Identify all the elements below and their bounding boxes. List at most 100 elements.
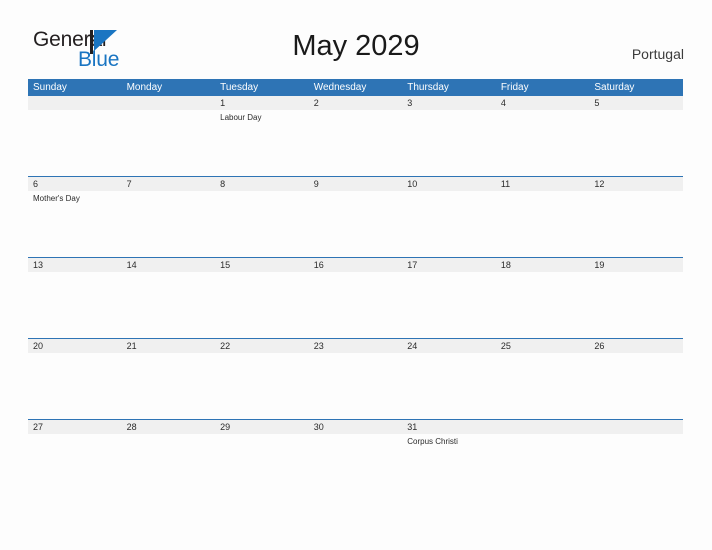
day-cell[interactable] [122, 191, 216, 257]
weekday-header-friday: Friday [500, 82, 529, 93]
week-date-band: 1 2 3 4 5 [28, 96, 683, 110]
week-row: 27 28 29 30 31 Corpus Christi [28, 419, 683, 500]
day-cell[interactable] [28, 110, 122, 176]
day-cell[interactable] [309, 191, 403, 257]
day-number[interactable]: 3 [402, 96, 496, 110]
day-cell[interactable] [309, 353, 403, 419]
day-cell[interactable] [309, 272, 403, 338]
day-number[interactable]: 4 [496, 96, 590, 110]
day-number[interactable]: 15 [215, 258, 309, 272]
week-date-band: 13 14 15 16 17 18 19 [28, 258, 683, 272]
day-cell[interactable] [122, 272, 216, 338]
page-title: May 2029 [292, 30, 420, 62]
week-event-band: Mother's Day [28, 191, 683, 257]
day-number[interactable]: 23 [309, 339, 403, 353]
day-cell[interactable]: Corpus Christi [402, 434, 496, 500]
day-cell[interactable] [589, 272, 683, 338]
day-cell[interactable] [28, 434, 122, 500]
day-number[interactable]: 26 [589, 339, 683, 353]
day-cell[interactable] [309, 110, 403, 176]
week-row: 13 14 15 16 17 18 19 [28, 257, 683, 338]
day-cell[interactable] [496, 434, 590, 500]
day-cell[interactable]: Mother's Day [28, 191, 122, 257]
day-number[interactable]: 18 [496, 258, 590, 272]
event-label: Labour Day [220, 113, 262, 122]
day-number[interactable] [28, 96, 122, 110]
day-number[interactable] [496, 420, 590, 434]
week-event-band [28, 353, 683, 419]
day-cell[interactable] [402, 191, 496, 257]
day-cell[interactable] [402, 353, 496, 419]
day-cell[interactable] [589, 110, 683, 176]
day-cell[interactable] [496, 110, 590, 176]
day-number[interactable]: 19 [589, 258, 683, 272]
day-number[interactable]: 20 [28, 339, 122, 353]
day-number[interactable]: 8 [215, 177, 309, 191]
day-number[interactable]: 16 [309, 258, 403, 272]
week-row: 1 2 3 4 5 Labour Day [28, 96, 683, 176]
day-cell[interactable] [496, 272, 590, 338]
region-label: Portugal [631, 46, 684, 62]
week-event-band: Corpus Christi [28, 434, 683, 500]
day-cell[interactable] [589, 191, 683, 257]
day-number[interactable]: 17 [402, 258, 496, 272]
event-label: Mother's Day [33, 194, 80, 203]
day-number[interactable] [122, 96, 216, 110]
day-number[interactable]: 2 [309, 96, 403, 110]
day-number[interactable]: 1 [215, 96, 309, 110]
day-cell[interactable]: Labour Day [215, 110, 309, 176]
day-number[interactable]: 11 [496, 177, 590, 191]
day-number[interactable]: 22 [215, 339, 309, 353]
day-cell[interactable] [215, 353, 309, 419]
day-number[interactable]: 5 [589, 96, 683, 110]
day-cell[interactable] [122, 353, 216, 419]
week-date-band: 27 28 29 30 31 [28, 420, 683, 434]
day-cell[interactable] [589, 353, 683, 419]
day-number[interactable]: 21 [122, 339, 216, 353]
day-cell[interactable] [309, 434, 403, 500]
event-label: Corpus Christi [407, 437, 458, 446]
day-number[interactable]: 7 [122, 177, 216, 191]
weekday-header-saturday: Saturday [594, 82, 635, 93]
day-cell[interactable] [215, 434, 309, 500]
day-number[interactable]: 13 [28, 258, 122, 272]
day-cell[interactable] [402, 110, 496, 176]
day-number[interactable]: 30 [309, 420, 403, 434]
weekday-header-monday: Monday [126, 82, 163, 93]
day-number[interactable]: 25 [496, 339, 590, 353]
day-cell[interactable] [122, 434, 216, 500]
day-number[interactable] [589, 420, 683, 434]
day-number[interactable]: 29 [215, 420, 309, 434]
week-row: 20 21 22 23 24 25 26 [28, 338, 683, 419]
week-event-band [28, 272, 683, 338]
day-cell[interactable] [122, 110, 216, 176]
day-cell[interactable] [496, 353, 590, 419]
weekday-header-sunday: Sunday [33, 82, 67, 93]
page-header: General Blue May 2029 Portugal [0, 0, 712, 76]
week-date-band: 20 21 22 23 24 25 26 [28, 339, 683, 353]
weekday-header-thursday: Thursday [407, 82, 449, 93]
day-cell[interactable] [589, 434, 683, 500]
day-cell[interactable] [28, 272, 122, 338]
day-cell[interactable] [215, 272, 309, 338]
day-cell[interactable] [402, 272, 496, 338]
weekday-header-tuesday: Tuesday [220, 82, 259, 93]
day-cell[interactable] [496, 191, 590, 257]
weekday-header-wednesday: Wednesday [313, 82, 367, 93]
day-number[interactable]: 9 [309, 177, 403, 191]
day-cell[interactable] [215, 191, 309, 257]
day-cell[interactable] [28, 353, 122, 419]
day-number[interactable]: 12 [589, 177, 683, 191]
calendar-grid: Sunday Monday Tuesday Wednesday Thursday… [28, 79, 683, 500]
day-number[interactable]: 6 [28, 177, 122, 191]
day-number[interactable]: 27 [28, 420, 122, 434]
week-row: 6 7 8 9 10 11 12 Mother's Day [28, 176, 683, 257]
day-number[interactable]: 24 [402, 339, 496, 353]
weekday-header-row: Sunday Monday Tuesday Wednesday Thursday… [28, 79, 683, 96]
week-event-band: Labour Day [28, 110, 683, 176]
day-number[interactable]: 10 [402, 177, 496, 191]
week-date-band: 6 7 8 9 10 11 12 [28, 177, 683, 191]
day-number[interactable]: 31 [402, 420, 496, 434]
day-number[interactable]: 14 [122, 258, 216, 272]
day-number[interactable]: 28 [122, 420, 216, 434]
